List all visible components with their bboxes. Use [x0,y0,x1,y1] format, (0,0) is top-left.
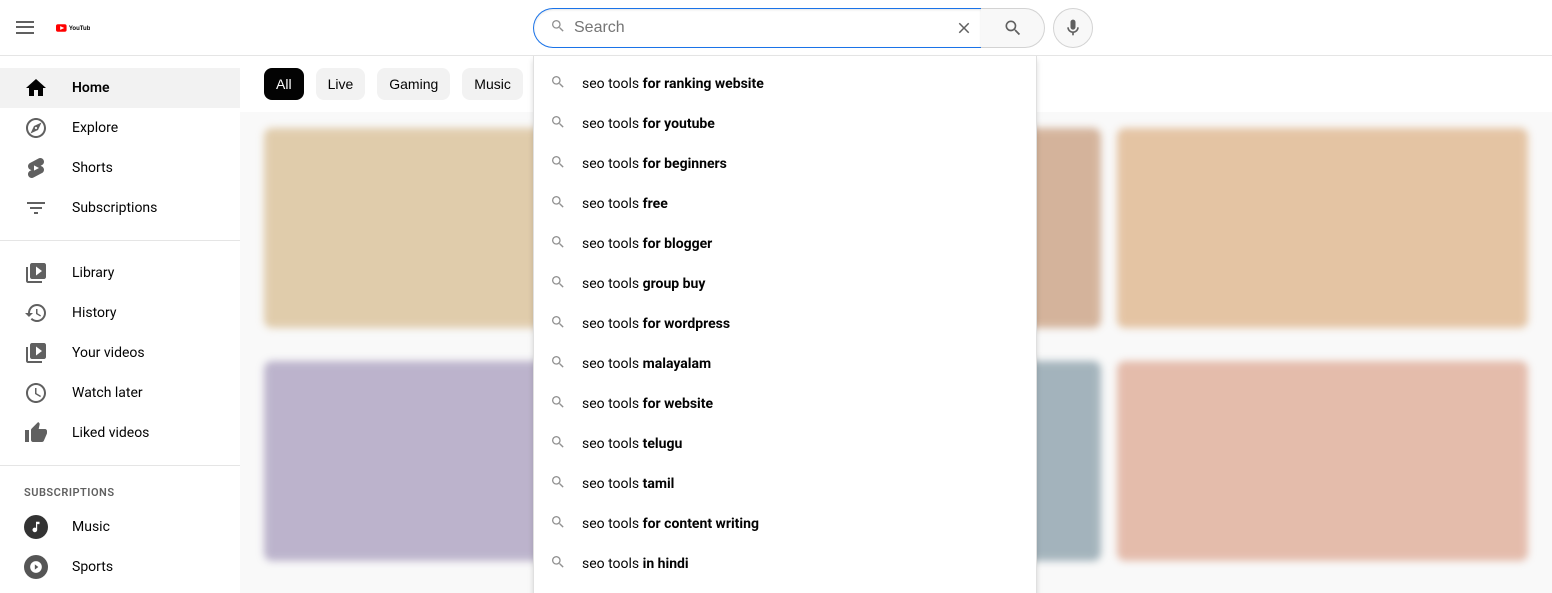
autocomplete-text-12: seo tools in hindi [582,556,689,572]
autocomplete-item-1[interactable]: seo tools for youtube [534,104,1036,144]
autocomplete-search-icon-2 [550,154,566,174]
autocomplete-search-icon-10 [550,474,566,494]
autocomplete-item-6[interactable]: seo tools for wordpress [534,304,1036,344]
autocomplete-item-10[interactable]: seo tools tamil [534,464,1036,504]
voice-search-button[interactable] [1053,8,1093,48]
autocomplete-item-12[interactable]: seo tools in hindi [534,544,1036,584]
search-icon-inline [550,18,566,38]
video-thumb-3 [1117,128,1528,328]
autocomplete-item-8[interactable]: seo tools for website [534,384,1036,424]
header: YouTube IN seo tools [0,0,1552,56]
clear-search-button[interactable] [951,15,977,41]
autocomplete-search-icon-4 [550,234,566,254]
header-center: seo tools [90,8,1536,48]
search-submit-button[interactable] [981,8,1045,48]
sports-subscription-icon [24,555,48,579]
autocomplete-search-icon-3 [550,194,566,214]
sidebar-label-your-videos: Your videos [72,345,145,361]
sidebar-item-watch-later[interactable]: Watch later [0,373,240,413]
autocomplete-item-7[interactable]: seo tools malayalam [534,344,1036,384]
sidebar-label-explore: Explore [72,120,118,136]
chip-all[interactable]: All [264,68,304,100]
autocomplete-search-icon-7 [550,354,566,374]
sidebar-item-liked-videos[interactable]: Liked videos [0,413,240,453]
autocomplete-search-icon-9 [550,434,566,454]
header-left: YouTube IN [16,16,90,40]
autocomplete-search-icon-0 [550,74,566,94]
sidebar-item-subscriptions[interactable]: Subscriptions [0,188,240,228]
sidebar-label-shorts: Shorts [72,160,113,176]
music-subscription-icon [24,515,48,539]
autocomplete-item-0[interactable]: seo tools for ranking website [534,64,1036,104]
autocomplete-item-2[interactable]: seo tools for beginners [534,144,1036,184]
autocomplete-text-9: seo tools telugu [582,436,682,452]
autocomplete-text-11: seo tools for content writing [582,516,759,532]
search-box: seo tools [533,8,981,48]
liked-videos-icon [24,421,48,445]
sidebar-item-home[interactable]: Home [0,68,240,108]
autocomplete-text-3: seo tools free [582,196,668,212]
autocomplete-text-6: seo tools for wordpress [582,316,730,332]
sidebar-label-subscriptions: Subscriptions [72,200,157,216]
sidebar-label-library: Library [72,265,114,281]
autocomplete-search-icon-12 [550,554,566,574]
chip-gaming[interactable]: Gaming [377,68,450,100]
autocomplete-item-9[interactable]: seo tools telugu [534,424,1036,464]
autocomplete-text-0: seo tools for ranking website [582,76,764,92]
sidebar-item-music[interactable]: Music [0,507,240,547]
sidebar: Home Explore Shorts Subscriptions Librar… [0,56,240,593]
sidebar-label-history: History [72,305,117,321]
autocomplete-text-10: seo tools tamil [582,476,674,492]
sidebar-item-history[interactable]: History [0,293,240,333]
sidebar-label-home: Home [72,80,110,96]
search-input[interactable]: seo tools [574,19,951,37]
autocomplete-text-1: seo tools for youtube [582,116,715,132]
autocomplete-search-icon-8 [550,394,566,414]
autocomplete-item-13[interactable]: seo tools for ranking website tamil [534,584,1036,593]
sidebar-item-your-videos[interactable]: Your videos [0,333,240,373]
sidebar-label-music: Music [72,519,110,535]
history-icon [24,301,48,325]
subscriptions-section-title: SUBSCRIPTIONS [0,478,240,507]
autocomplete-text-7: seo tools malayalam [582,356,711,372]
video-thumb-6 [1117,361,1528,561]
sidebar-item-sports[interactable]: Sports [0,547,240,587]
sidebar-item-shorts[interactable]: Shorts [0,148,240,188]
your-videos-icon [24,341,48,365]
autocomplete-text-4: seo tools for blogger [582,236,712,252]
sidebar-item-library[interactable]: Library [0,253,240,293]
svg-text:YouTube: YouTube [69,25,90,31]
autocomplete-search-icon-11 [550,514,566,534]
autocomplete-text-8: seo tools for website [582,396,713,412]
chip-music[interactable]: Music [462,68,523,100]
sidebar-label-liked-videos: Liked videos [72,425,149,441]
explore-icon [24,116,48,140]
youtube-logo[interactable]: YouTube IN [56,16,90,40]
nav-divider-1 [0,240,240,241]
autocomplete-item-3[interactable]: seo tools free [534,184,1036,224]
autocomplete-text-5: seo tools group buy [582,276,705,292]
search-wrapper: seo tools [533,8,1093,48]
sidebar-label-sports: Sports [72,559,113,575]
autocomplete-search-icon-6 [550,314,566,334]
autocomplete-search-icon-1 [550,114,566,134]
subscriptions-icon [24,196,48,220]
autocomplete-dropdown: seo tools for ranking website seo tools … [533,56,1037,593]
autocomplete-item-11[interactable]: seo tools for content writing [534,504,1036,544]
autocomplete-search-icon-5 [550,274,566,294]
sidebar-item-explore[interactable]: Explore [0,108,240,148]
autocomplete-text-2: seo tools for beginners [582,156,727,172]
chip-live[interactable]: Live [316,68,366,100]
youtube-logo-svg: YouTube IN [56,16,90,40]
library-icon [24,261,48,285]
autocomplete-item-5[interactable]: seo tools group buy [534,264,1036,304]
nav-divider-2 [0,465,240,466]
autocomplete-item-4[interactable]: seo tools for blogger [534,224,1036,264]
home-icon [24,76,48,100]
menu-icon[interactable] [16,16,40,40]
sidebar-label-watch-later: Watch later [72,385,143,401]
shorts-icon [24,156,48,180]
watch-later-icon [24,381,48,405]
